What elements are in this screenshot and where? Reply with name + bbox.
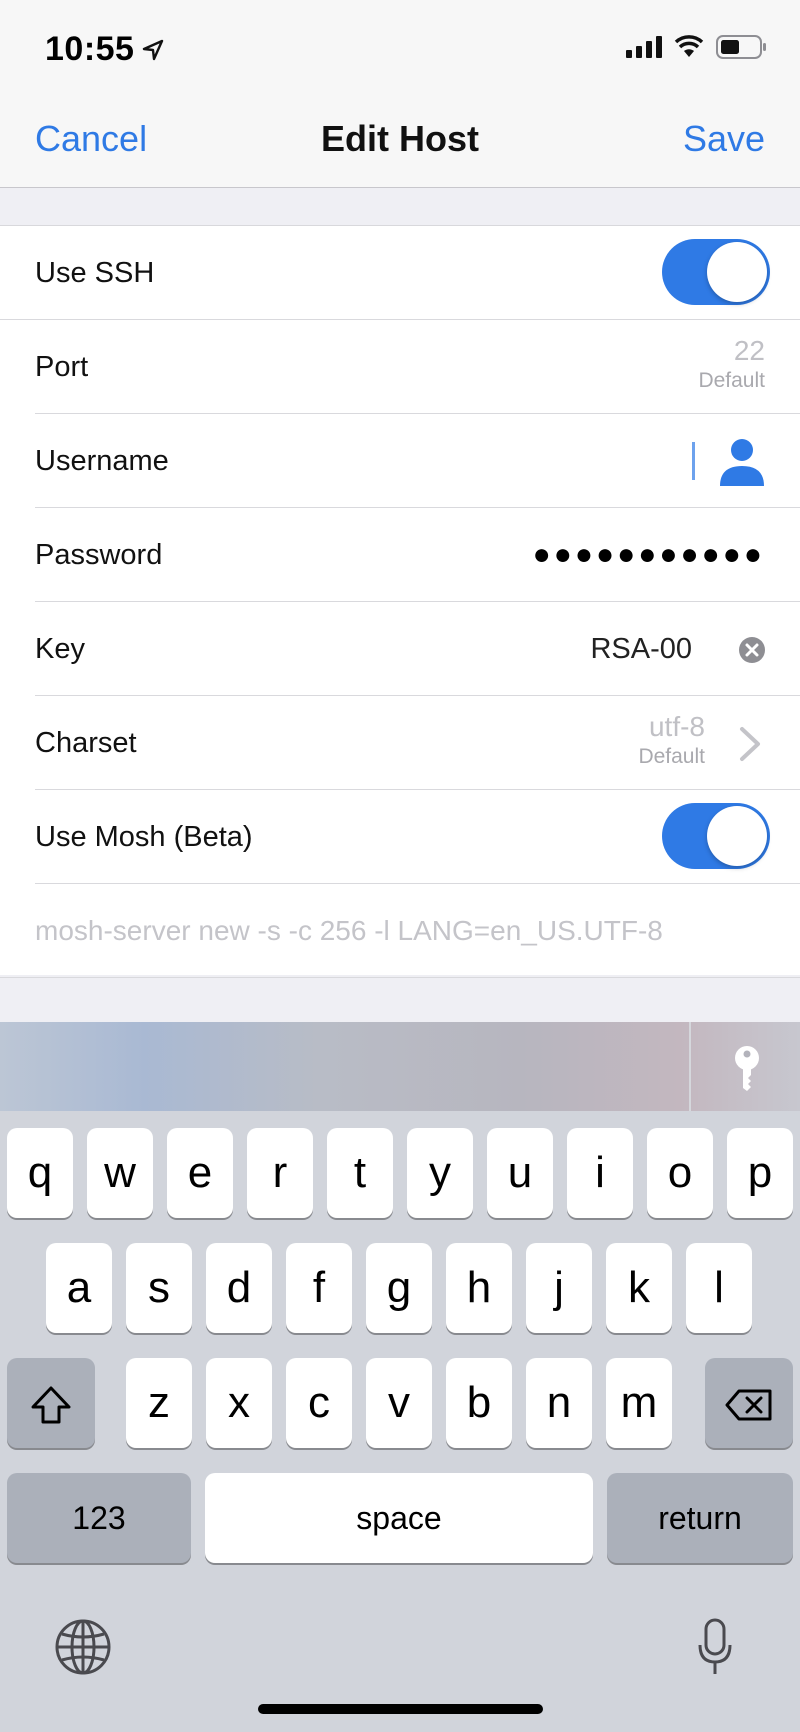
key-f[interactable]: f — [286, 1243, 352, 1333]
clear-icon[interactable] — [739, 637, 765, 663]
status-bar: 10:55 — [0, 0, 800, 100]
save-button[interactable]: Save — [683, 118, 765, 160]
key-j[interactable]: j — [526, 1243, 592, 1333]
username-row[interactable]: Username — [0, 414, 800, 508]
port-hint: Default — [698, 369, 765, 392]
password-key-icon[interactable] — [730, 1044, 764, 1092]
key-l[interactable]: l — [686, 1243, 752, 1333]
return-key[interactable]: return — [607, 1473, 793, 1563]
charset-hint: Default — [638, 745, 705, 768]
key-y[interactable]: y — [407, 1128, 473, 1218]
navigation-bar: 10:55 Cancel Edit Host Save — [0, 0, 800, 188]
key-row[interactable]: Key RSA-00 — [0, 602, 800, 696]
home-indicator — [258, 1704, 543, 1714]
key-g[interactable]: g — [366, 1243, 432, 1333]
key-a[interactable]: a — [46, 1243, 112, 1333]
microphone-icon[interactable] — [697, 1618, 733, 1676]
space-key[interactable]: space — [205, 1473, 593, 1563]
key-v[interactable]: v — [366, 1358, 432, 1448]
key-d[interactable]: d — [206, 1243, 272, 1333]
use-ssh-row: Use SSH — [0, 226, 800, 320]
charset-row[interactable]: Charset utf-8 Default — [0, 696, 800, 790]
numbers-key[interactable]: 123 — [7, 1473, 191, 1563]
use-ssh-label: Use SSH — [35, 257, 155, 289]
backspace-key[interactable] — [705, 1358, 793, 1448]
use-mosh-label: Use Mosh (Beta) — [35, 821, 253, 853]
password-field[interactable]: ●●●●●●●●●●● — [533, 508, 765, 602]
key-t[interactable]: t — [327, 1128, 393, 1218]
mosh-command-input[interactable]: mosh-server new -s -c 256 -l LANG=en_US.… — [35, 884, 663, 978]
key-m[interactable]: m — [606, 1358, 672, 1448]
key-q[interactable]: q — [7, 1128, 73, 1218]
key-b[interactable]: b — [446, 1358, 512, 1448]
toggle-knob — [707, 242, 767, 302]
port-label: Port — [35, 351, 89, 383]
key-p[interactable]: p — [727, 1128, 793, 1218]
use-ssh-toggle[interactable] — [662, 239, 770, 305]
toggle-knob — [707, 806, 767, 866]
key-u[interactable]: u — [487, 1128, 553, 1218]
key-c[interactable]: c — [286, 1358, 352, 1448]
key-e[interactable]: e — [167, 1128, 233, 1218]
keyboard: q w e r t y u i o p a s d f g h j k l z … — [0, 1111, 800, 1732]
password-row[interactable]: Password ●●●●●●●●●●● — [0, 508, 800, 602]
chevron-right-icon[interactable] — [738, 726, 762, 762]
key-value[interactable]: RSA-00 — [590, 602, 692, 696]
host-settings-form: Use SSH Port 22 Default Username Passwor… — [0, 225, 800, 978]
use-mosh-toggle[interactable] — [662, 803, 770, 869]
charset-value: utf-8 — [648, 711, 705, 742]
shift-key[interactable] — [7, 1358, 95, 1448]
password-label: Password — [35, 539, 163, 571]
key-h[interactable]: h — [446, 1243, 512, 1333]
divider — [0, 977, 800, 978]
mosh-command-row[interactable]: mosh-server new -s -c 256 -l LANG=en_US.… — [0, 884, 800, 978]
key-s[interactable]: s — [126, 1243, 192, 1333]
battery-icon — [716, 35, 766, 59]
key-i[interactable]: i — [567, 1128, 633, 1218]
page-title: Edit Host — [321, 118, 479, 159]
status-indicators — [626, 34, 768, 60]
key-n[interactable]: n — [526, 1358, 592, 1448]
key-label: Key — [35, 633, 85, 665]
suggestion-divider — [689, 1022, 691, 1111]
key-x[interactable]: x — [206, 1358, 272, 1448]
wifi-icon — [674, 35, 704, 57]
location-arrow-icon — [143, 39, 164, 60]
cellular-signal-icon — [626, 36, 662, 58]
key-o[interactable]: o — [647, 1128, 713, 1218]
use-mosh-row: Use Mosh (Beta) — [0, 790, 800, 884]
status-time: 10:55 — [45, 30, 164, 69]
charset-label: Charset — [35, 727, 137, 759]
key-k[interactable]: k — [606, 1243, 672, 1333]
key-r[interactable]: r — [247, 1128, 313, 1218]
text-cursor — [692, 442, 695, 480]
key-z[interactable]: z — [126, 1358, 192, 1448]
port-row[interactable]: Port 22 Default — [0, 320, 800, 414]
globe-icon[interactable] — [54, 1618, 112, 1676]
port-field[interactable]: 22 Default — [698, 334, 765, 394]
person-icon[interactable] — [719, 438, 765, 486]
shift-icon — [31, 1386, 71, 1424]
port-value: 22 — [733, 335, 765, 366]
username-label: Username — [35, 445, 169, 477]
keyboard-suggestion-bar — [0, 1022, 800, 1111]
backspace-icon — [725, 1389, 772, 1421]
key-w[interactable]: w — [87, 1128, 153, 1218]
status-time-text: 10:55 — [45, 30, 135, 68]
charset-field[interactable]: utf-8 Default — [638, 710, 705, 770]
